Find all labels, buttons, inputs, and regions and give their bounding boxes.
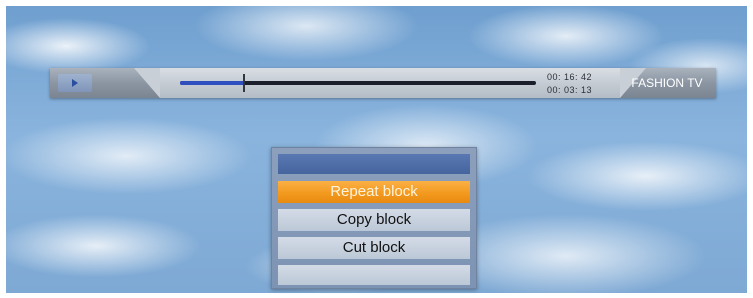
menu-item-empty[interactable] — [278, 265, 470, 285]
play-button[interactable] — [58, 74, 92, 92]
elapsed-time: 00: 16: 42 — [547, 72, 593, 82]
progress-fill — [180, 81, 244, 85]
block-options-menu: Repeat block Copy block Cut block — [271, 147, 477, 289]
menu-item-cut-block[interactable]: Cut block — [278, 237, 470, 259]
play-icon — [72, 79, 78, 87]
bar-slant-left — [134, 68, 160, 98]
menu-item-copy-block[interactable]: Copy block — [278, 209, 470, 231]
remaining-time: 00: 03: 13 — [547, 85, 593, 95]
playback-info-bar: 00: 16: 42 00: 03: 13 FASHION TV — [50, 68, 716, 98]
channel-name: FASHION TV — [631, 76, 703, 90]
menu-header — [278, 154, 470, 174]
progress-marker[interactable] — [243, 74, 245, 92]
progress-track[interactable] — [180, 74, 536, 92]
menu-item-repeat-block[interactable]: Repeat block — [278, 181, 470, 203]
